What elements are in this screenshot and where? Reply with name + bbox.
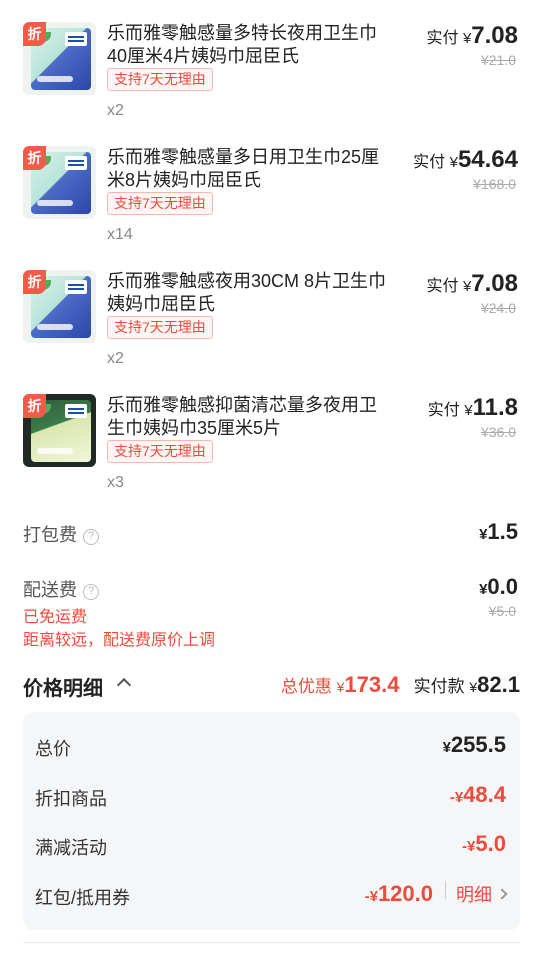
price-detail-panel: 总价 ¥255.5 折扣商品 -¥48.4 满减活动 -¥5.0 红包/抵用券 … — [23, 712, 520, 930]
original-price: ¥36.0 — [480, 424, 516, 440]
original-price: ¥24.0 — [480, 300, 516, 316]
product-title[interactable]: 乐而雅零触感夜用30CM 8片卫生巾姨妈巾屈臣氏 — [107, 270, 392, 316]
paid-price: 实付 ¥11.8 — [428, 394, 518, 422]
delivery-fee-value: ¥0.0 — [479, 574, 518, 600]
paid-label: 实付 — [413, 154, 446, 171]
price-row-value: -¥5.0 — [462, 831, 506, 857]
free-shipping-note: 已免运费 — [23, 609, 88, 626]
packing-fee-row: 打包费? — [23, 521, 99, 547]
product-image[interactable]: 折 — [23, 270, 96, 343]
packing-fee-value: ¥1.5 — [479, 519, 518, 545]
currency-symbol: ¥ — [449, 154, 458, 171]
quantity: x2 — [107, 102, 124, 119]
currency-symbol: ¥ — [442, 739, 451, 756]
delivery-fee-row: 配送费? — [23, 576, 99, 602]
price-detail-header[interactable]: 价格明细 总优惠 ¥173.4 实付款 ¥82.1 — [23, 672, 520, 702]
order-item[interactable]: 折 乐而雅零触感夜用30CM 8片卫生巾姨妈巾屈臣氏 支持7天无理由 x2 实付… — [0, 270, 540, 394]
currency-symbol: -¥ — [449, 789, 464, 806]
product-image[interactable]: 折 — [23, 394, 96, 467]
original-price: ¥168.0 — [473, 176, 516, 192]
original-price: ¥21.0 — [480, 52, 516, 68]
paid-price: 实付 ¥7.08 — [426, 22, 518, 50]
price-row-amount: 48.4 — [463, 782, 506, 807]
currency-symbol: -¥ — [462, 838, 476, 855]
discount-tag: 折 — [23, 394, 46, 418]
paid-total-label: 实付款 — [413, 677, 465, 696]
paid-amount: 11.8 — [472, 394, 518, 421]
currency-symbol: ¥ — [464, 402, 473, 419]
order-item[interactable]: 折 乐而雅零触感量多特长夜用卫生巾40厘米4片姨妈巾屈臣氏 支持7天无理由 x2… — [0, 22, 540, 146]
chevron-right-icon[interactable] — [496, 888, 508, 900]
price-row-value: -¥48.4 — [450, 782, 506, 808]
paid-price: 实付 ¥54.64 — [413, 146, 518, 174]
coupon-value-group[interactable]: -¥120.0 明细 — [365, 881, 508, 907]
price-row-label: 满减活动 — [35, 838, 107, 858]
paid-amount: 54.64 — [457, 146, 518, 173]
price-row-amount: 255.5 — [450, 732, 506, 757]
distance-note: 距离较远，配送费原价上调 — [23, 632, 216, 649]
refund-badge: 支持7天无理由 — [107, 192, 213, 215]
currency-symbol: -¥ — [364, 888, 378, 905]
order-item[interactable]: 折 乐而雅零触感抑菌清芯量多夜用卫生巾姨妈巾35厘米5片 支持7天无理由 x3 … — [0, 394, 540, 518]
price-row-full-reduction: 满减活动 -¥5.0 — [35, 831, 506, 861]
refund-badge: 支持7天无理由 — [107, 316, 213, 339]
quantity: x2 — [107, 350, 124, 367]
discount-tag: 折 — [23, 22, 46, 46]
help-icon[interactable]: ? — [83, 584, 99, 600]
divider — [445, 881, 446, 899]
quantity: x14 — [107, 226, 133, 243]
paid-label: 实付 — [427, 402, 460, 419]
product-title[interactable]: 乐而雅零触感抑菌清芯量多夜用卫生巾姨妈巾35厘米5片 — [107, 394, 392, 440]
total-discount-label: 总优惠 — [280, 677, 332, 696]
paid-label: 实付 — [426, 278, 459, 295]
quantity: x3 — [107, 474, 124, 491]
divider — [23, 942, 520, 943]
price-row-label: 红包/抵用券 — [35, 888, 131, 908]
total-discount-amount: 173.4 — [344, 672, 400, 697]
order-item[interactable]: 折 乐而雅零触感量多日用卫生巾25厘米8片姨妈巾屈臣氏 支持7天无理由 x14 … — [0, 146, 540, 270]
coupon-detail-link[interactable]: 明细 — [456, 885, 492, 905]
price-row-value: ¥255.5 — [443, 732, 506, 758]
price-row-label: 总价 — [35, 739, 71, 759]
packing-fee-label: 打包费 — [23, 525, 77, 545]
delivery-original-fee: ¥5.0 — [488, 603, 516, 619]
delivery-fee-amount: 0.0 — [487, 574, 518, 599]
price-row-discount-goods: 折扣商品 -¥48.4 — [35, 782, 506, 812]
price-row-value: -¥120.0 — [365, 881, 433, 907]
paid-label: 实付 — [426, 30, 459, 47]
product-title[interactable]: 乐而雅零触感量多特长夜用卫生巾40厘米4片姨妈巾屈臣氏 — [107, 22, 392, 68]
paid-total-amount: 82.1 — [477, 672, 520, 697]
product-image[interactable]: 折 — [23, 146, 96, 219]
chevron-up-icon[interactable] — [116, 677, 132, 693]
price-row-total: 总价 ¥255.5 — [35, 732, 506, 762]
paid-amount: 7.08 — [471, 270, 518, 297]
price-detail-title: 价格明细 — [23, 678, 103, 700]
product-title[interactable]: 乐而雅零触感量多日用卫生巾25厘米8片姨妈巾屈臣氏 — [107, 146, 392, 192]
product-image[interactable]: 折 — [23, 22, 96, 95]
paid-price: 实付 ¥7.08 — [426, 270, 518, 298]
price-row-label: 折扣商品 — [35, 789, 107, 809]
refund-badge: 支持7天无理由 — [107, 440, 213, 463]
currency-symbol: ¥ — [469, 679, 478, 695]
help-icon[interactable]: ? — [83, 529, 99, 545]
price-row-amount: 5.0 — [475, 831, 506, 856]
discount-tag: 折 — [23, 146, 46, 170]
delivery-fee-label: 配送费 — [23, 580, 77, 600]
totals-summary: 总优惠 ¥173.4 实付款 ¥82.1 — [281, 672, 520, 698]
discount-tag: 折 — [23, 270, 46, 294]
paid-amount: 7.08 — [471, 22, 518, 49]
price-row-coupon: 红包/抵用券 -¥120.0 明细 — [35, 881, 508, 911]
refund-badge: 支持7天无理由 — [107, 68, 213, 91]
packing-fee-amount: 1.5 — [487, 519, 518, 544]
price-row-amount: 120.0 — [377, 881, 433, 906]
